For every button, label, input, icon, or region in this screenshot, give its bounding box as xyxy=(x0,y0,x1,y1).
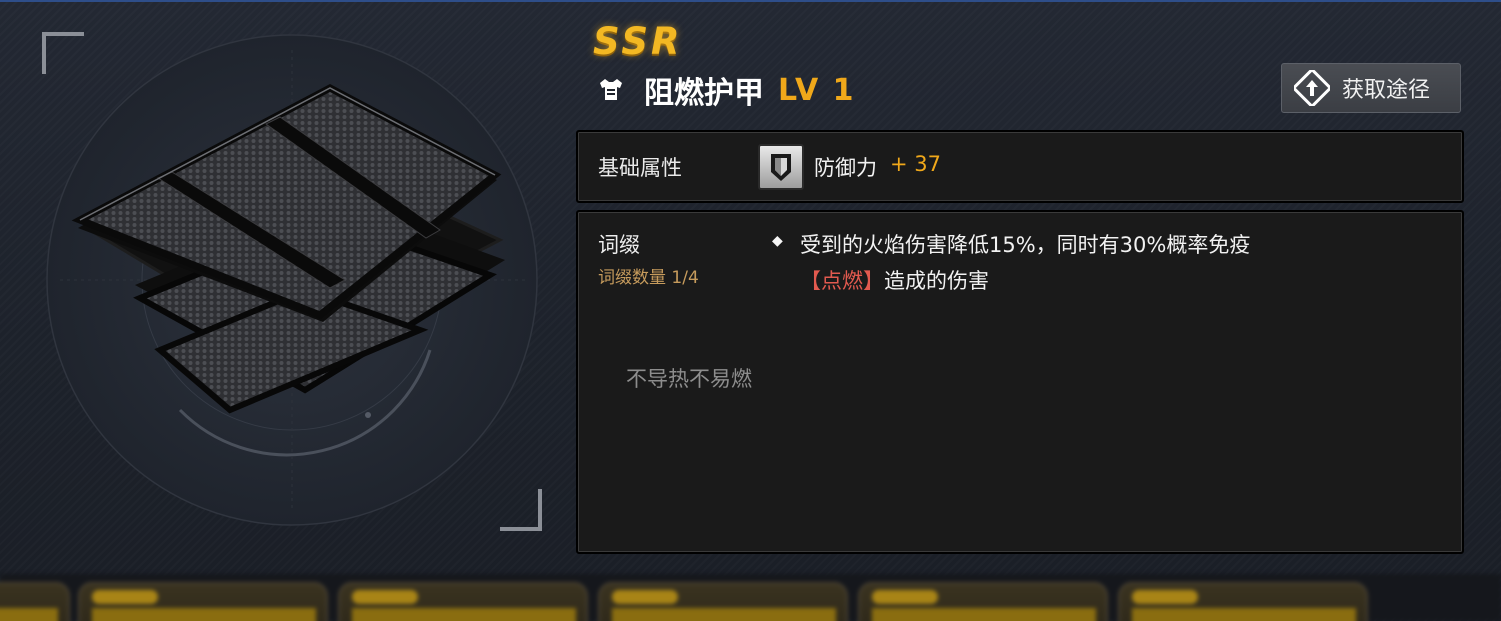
affix-effect-line: 受到的火焰伤害降低15%，同时有30%概率免疫 xyxy=(800,233,1251,257)
affix-count: 词缀数量 1/4 xyxy=(598,268,699,288)
item-slot[interactable] xyxy=(0,582,70,621)
acquire-source-label: 获取途径 xyxy=(1342,78,1431,103)
route-diamond-icon xyxy=(1294,70,1330,106)
armor-icon xyxy=(600,79,622,100)
item-level: LV 1 xyxy=(778,72,856,108)
affix-title: 词缀 xyxy=(598,233,640,257)
base-attributes-label: 基础属性 xyxy=(598,156,682,180)
ignite-keyword[interactable]: 【点燃】 xyxy=(800,269,884,293)
affix-effect-rest: 造成的伤害 xyxy=(884,269,989,293)
item-showcase xyxy=(40,30,545,533)
affix-effect-continuation: 【点燃】造成的伤害 xyxy=(800,265,989,295)
armor-plate-illustration xyxy=(46,34,538,526)
item-name: 阻燃护甲 xyxy=(644,76,764,111)
item-title-row: 阻燃护甲 LV 1 xyxy=(596,68,856,112)
item-detail-screen: SSR 阻燃护甲 LV 1 获取途径 基础属性 防御力 + 37 词缀 词缀数量… xyxy=(0,0,1501,621)
top-accent-line xyxy=(0,0,1501,2)
defense-stat-name: 防御力 xyxy=(814,156,877,180)
bottom-item-strip xyxy=(0,574,1501,621)
item-slot[interactable] xyxy=(78,582,328,621)
defense-stat-badge xyxy=(758,144,804,190)
flavor-text: 不导热不易燃 xyxy=(626,367,752,391)
item-slot[interactable] xyxy=(858,582,1108,621)
item-slot[interactable] xyxy=(338,582,588,621)
shield-icon xyxy=(771,154,791,181)
rarity-badge: SSR xyxy=(593,20,683,63)
item-slot[interactable] xyxy=(598,582,848,621)
diamond-bullet-icon: ◆ xyxy=(772,233,783,249)
defense-stat-value: + 37 xyxy=(890,152,941,176)
acquire-source-button[interactable]: 获取途径 xyxy=(1281,63,1461,113)
affix-panel: 词缀 词缀数量 1/4 ◆ 受到的火焰伤害降低15%，同时有30%概率免疫 【点… xyxy=(576,210,1464,554)
item-slot[interactable] xyxy=(1118,582,1368,621)
base-attributes-panel: 基础属性 防御力 + 37 xyxy=(576,130,1464,203)
